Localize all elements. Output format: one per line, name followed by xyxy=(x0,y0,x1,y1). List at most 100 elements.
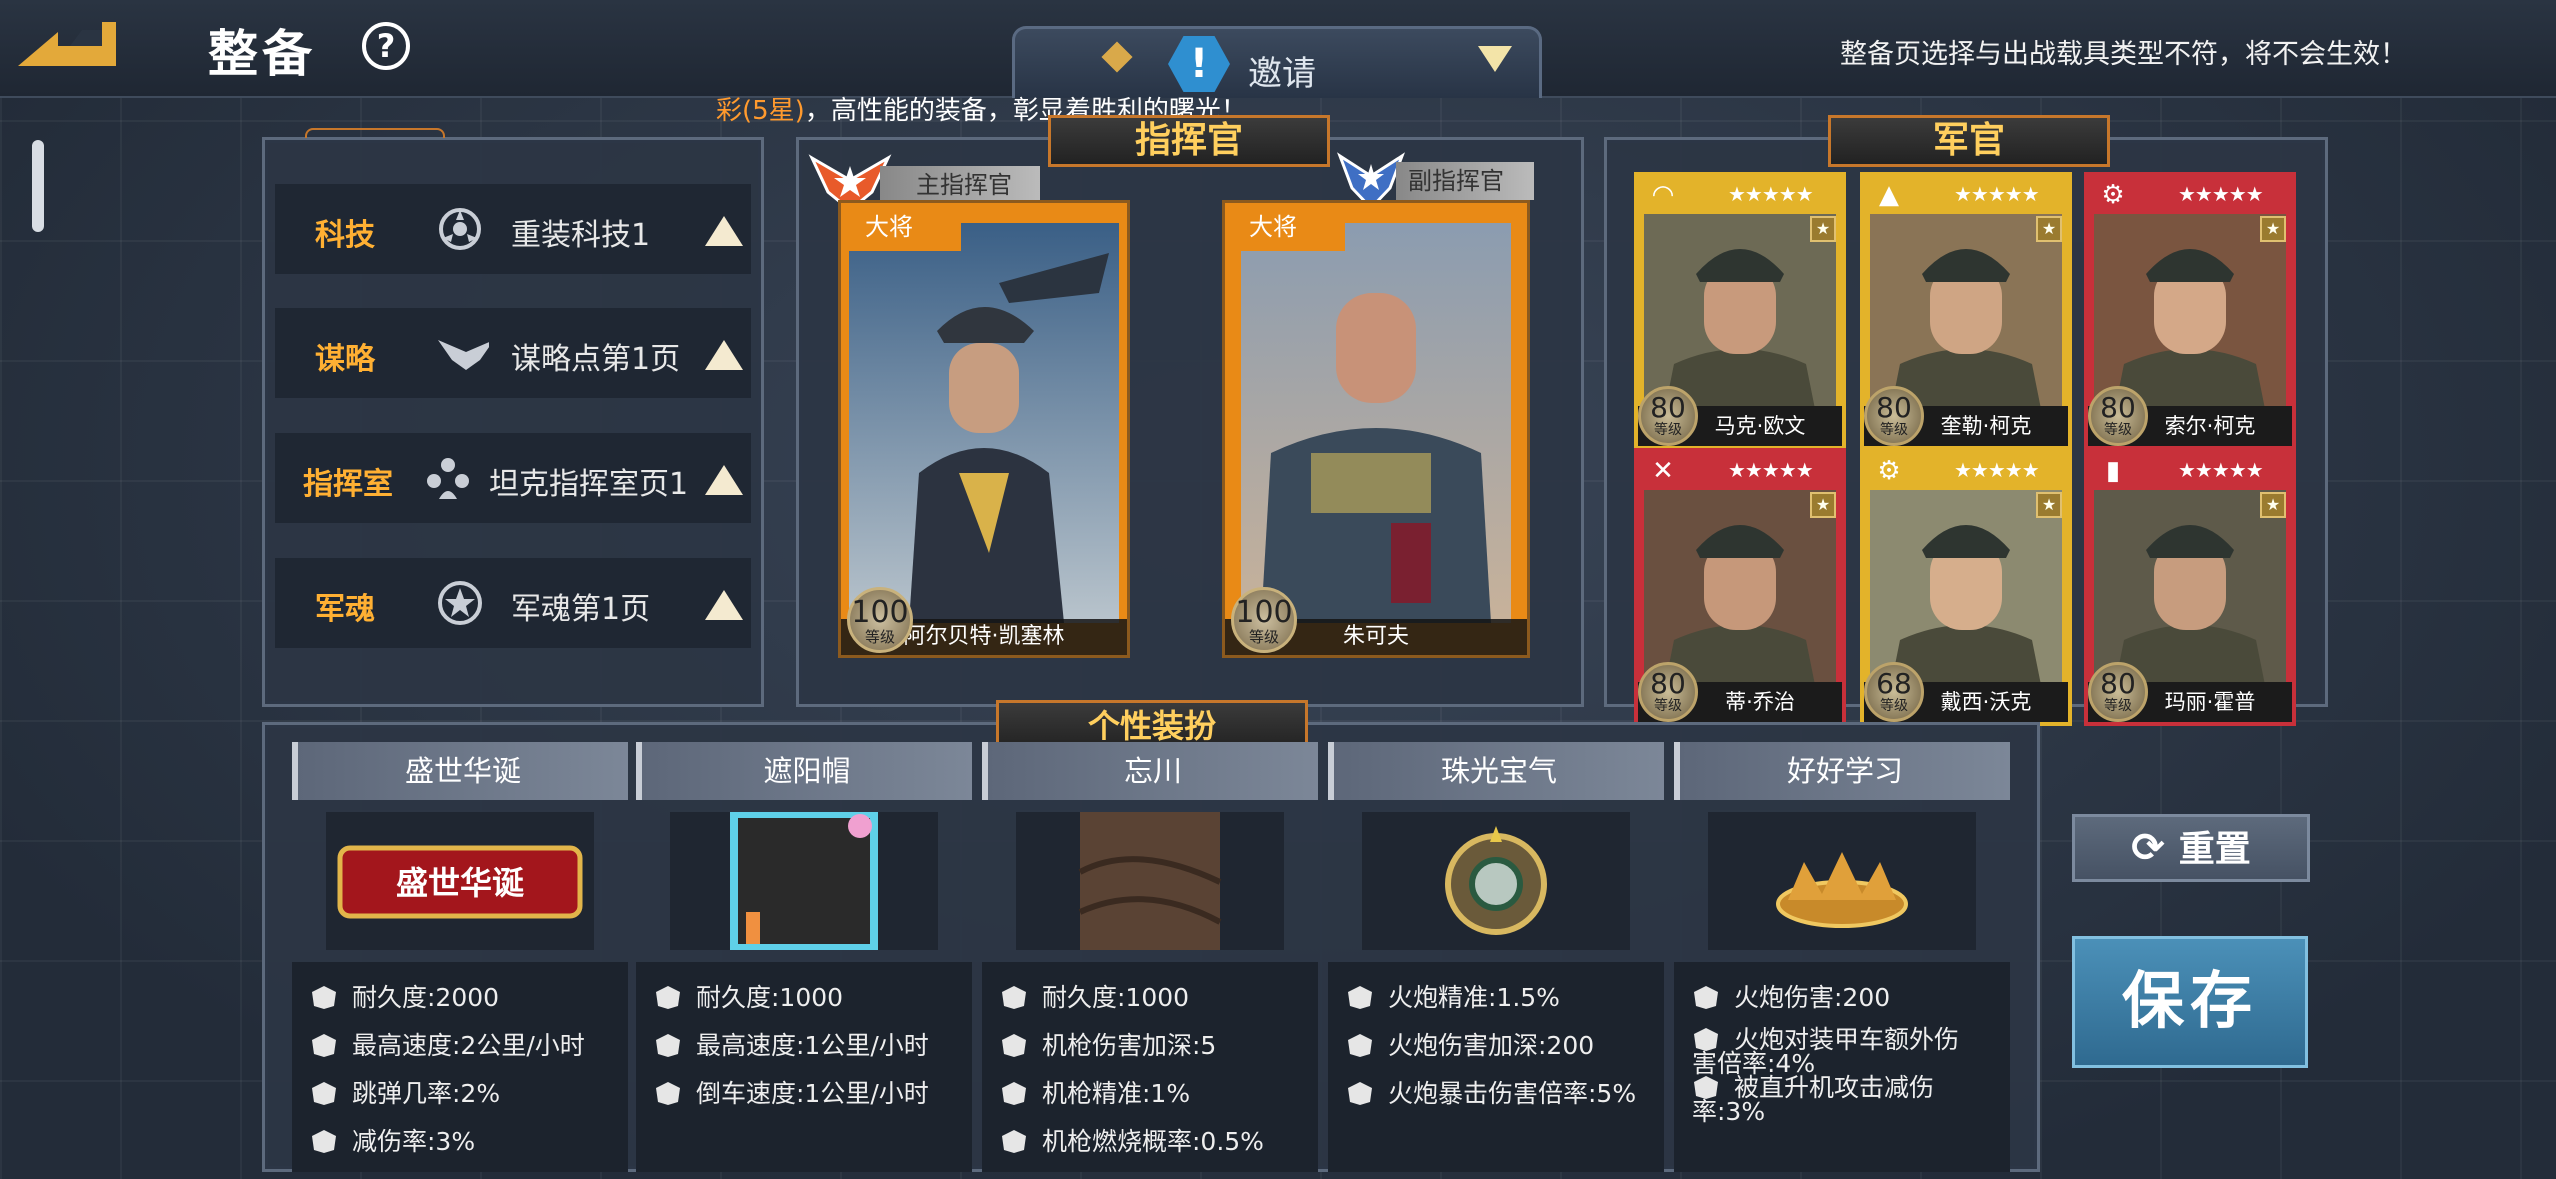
save-button[interactable]: 保存 xyxy=(2072,936,2308,1068)
stat-row: 火炮伤害:200 xyxy=(1692,978,1890,1014)
group-icon xyxy=(427,458,469,499)
star-medal-icon xyxy=(438,581,482,625)
officer-card[interactable]: ✕ ★★★★★ ★ 蒂·乔治 80 等级 xyxy=(1634,448,1846,726)
expand-arrow-icon[interactable] xyxy=(705,340,743,370)
stat-row: 最高速度:2公里/小时 xyxy=(310,1026,585,1062)
level-label: 等级 xyxy=(2104,422,2132,438)
crown-preview xyxy=(1708,812,1976,950)
stat-text: 被直升机攻击减伤率:3% xyxy=(1692,1073,1935,1126)
invite-label[interactable]: 邀请 xyxy=(1248,46,1316,95)
tech-key: 军魂 xyxy=(315,592,375,627)
level-label: 等级 xyxy=(1880,422,1908,438)
ammo-icon: ▮ xyxy=(2105,456,2121,486)
expand-arrow-icon[interactable] xyxy=(705,216,743,246)
outfit-stats: 耐久度:1000 最高速度:1公里/小时倒车速度:1公里/小时 xyxy=(636,962,972,1172)
star-badge-icon: ★ xyxy=(1810,492,1836,518)
stat-text: 火炮伤害:200 xyxy=(1734,983,1891,1012)
outfit-title[interactable]: 忘川 xyxy=(982,742,1318,800)
officer-card[interactable]: ▲ ★★★★★ ★ 奎勒·柯克 80 等级 xyxy=(1860,172,2072,450)
damage-reduce-icon xyxy=(312,1130,336,1153)
speedometer-icon xyxy=(312,1034,336,1057)
outfit-title[interactable]: 珠光宝气 xyxy=(1328,742,1664,800)
outfit-stats: 火炮精准:1.5% 火炮伤害加深:200 火炮暴击伤害倍率:5% xyxy=(1328,962,1664,1172)
help-button[interactable]: ? xyxy=(362,22,410,70)
shield-icon xyxy=(656,986,680,1009)
tech-value: 重装科技1 xyxy=(511,218,651,253)
officer-card[interactable]: ▮ ★★★★★ ★ 玛丽·霍普 80 等级 xyxy=(2084,448,2296,726)
officer-card[interactable]: ◠ ★★★★★ ★ 马克·欧文 80 等级 xyxy=(1634,172,1846,450)
star-badge-icon: ★ xyxy=(2036,492,2062,518)
back-button[interactable] xyxy=(18,16,118,68)
officer-card[interactable]: ⚙ ★★★★★ ★ 戴西·沃克 68 等级 xyxy=(1860,448,2072,726)
level-badge: 80 等级 xyxy=(2088,386,2148,446)
officer-portrait xyxy=(1870,214,2062,414)
stat-text: 火炮精准:1.5% xyxy=(1388,983,1560,1012)
cannon-damage-icon xyxy=(1348,1034,1372,1057)
level-badge: 100 等级 xyxy=(1231,587,1297,653)
outfit-preview[interactable] xyxy=(1016,812,1284,950)
tech-row-soul[interactable]: 军魂 军魂第1页 xyxy=(275,558,751,648)
outfit-title[interactable]: 好好学习 xyxy=(1674,742,2010,800)
stat-row: 被直升机攻击减伤率:3% xyxy=(1692,1074,1972,1124)
wrench-icon: ✕ xyxy=(1652,456,1674,486)
expand-arrow-icon[interactable] xyxy=(705,465,743,495)
vice-commander-tag: 副指挥官 xyxy=(1396,162,1534,200)
outfit-title[interactable]: 遮阳帽 xyxy=(636,742,972,800)
beret-icon: ◠ xyxy=(1651,180,1675,210)
commander-header: 指挥官 xyxy=(1048,115,1330,167)
officer-portrait xyxy=(1870,490,2062,690)
stat-text: 机枪燃烧概率:0.5% xyxy=(1042,1127,1264,1156)
tech-row-command-room[interactable]: 指挥室 坦克指挥室页1 xyxy=(275,433,751,523)
vice-commander-card[interactable]: 大将 朱可夫 100 等级 xyxy=(1222,200,1530,658)
notice-text: 整备页选择与出战载具类型不符，将不会生效！ xyxy=(1840,39,2407,70)
medal-preview xyxy=(1362,812,1630,950)
stat-row: 机枪伤害加深:5 xyxy=(1000,1026,1216,1062)
star-rating: ★★★★★ xyxy=(2178,182,2264,206)
gun-burn-icon xyxy=(1002,1130,1026,1153)
reset-button[interactable]: ⟳ 重置 xyxy=(2072,814,2310,882)
outfit-title-label: 珠光宝气 xyxy=(1440,754,1557,788)
stat-row: 机枪燃烧概率:0.5% xyxy=(1000,1122,1264,1158)
star-badge-icon: ★ xyxy=(1810,216,1836,242)
side-scroll-handle[interactable] xyxy=(32,140,44,232)
banner-text: 盛世华诞 xyxy=(396,865,525,901)
tech-gear-icon xyxy=(439,208,481,250)
star-rating: ★★★★★ xyxy=(2178,458,2264,482)
stat-text: 最高速度:1公里/小时 xyxy=(696,1031,929,1060)
outfit-title[interactable]: 盛世华诞 xyxy=(292,742,628,800)
commander-portrait xyxy=(849,223,1119,623)
reset-label: 重置 xyxy=(2178,829,2251,870)
stat-row: 耐久度:1000 xyxy=(1000,978,1189,1014)
stat-text: 耐久度:1000 xyxy=(696,983,844,1012)
level-value: 80 xyxy=(1650,667,1686,700)
tech-value: 坦克指挥室页1 xyxy=(489,467,689,502)
level-label: 等级 xyxy=(2104,698,2132,714)
dropdown-arrow-icon[interactable] xyxy=(1478,46,1512,72)
outfit-preview[interactable]: 盛世华诞 xyxy=(326,812,594,950)
critical-icon xyxy=(1348,1082,1372,1105)
tech-row-tech[interactable]: 科技 重装科技1 xyxy=(275,184,751,274)
outfit-preview[interactable] xyxy=(1708,812,1976,950)
tech-row-strategy[interactable]: 谋略 谋略点第1页 xyxy=(275,308,751,398)
shield-icon xyxy=(312,986,336,1009)
ticker-highlight: 彩(5星) xyxy=(716,96,805,126)
level-value: 100 xyxy=(1235,595,1293,630)
stat-text: 火炮对装甲车额外伤害倍率:4% xyxy=(1692,1025,1960,1078)
stat-row: 火炮精准:1.5% xyxy=(1346,978,1560,1014)
outfit-preview[interactable] xyxy=(1362,812,1630,950)
officer-card[interactable]: ⚙ ★★★★★ ★ 索尔·柯克 80 等级 xyxy=(2084,172,2296,450)
outfit-stats: 火炮伤害:200 火炮对装甲车额外伤害倍率:4% 被直升机攻击减伤率:3% xyxy=(1674,962,2010,1172)
panel-ornament xyxy=(305,128,445,138)
stat-text: 火炮伤害加深:200 xyxy=(1388,1031,1595,1060)
refresh-icon: ⟳ xyxy=(2131,825,2165,871)
tech-panel: 科技 重装科技1 谋略 谋略点第1页 指挥室 坦克指挥室页1 军魂 军魂第1页 xyxy=(262,128,764,707)
level-label: 等级 xyxy=(864,628,895,646)
stat-text: 减伤率:3% xyxy=(352,1127,476,1156)
level-label: 等级 xyxy=(1880,698,1908,714)
stat-row: 倒车速度:1公里/小时 xyxy=(654,1074,929,1110)
main-commander-card[interactable]: 大将 阿尔贝特·凯塞林 100 等级 xyxy=(838,200,1130,658)
outfit-preview[interactable] xyxy=(670,810,938,952)
level-value: 68 xyxy=(1876,667,1912,700)
level-value: 80 xyxy=(2100,667,2136,700)
expand-arrow-icon[interactable] xyxy=(705,590,743,620)
